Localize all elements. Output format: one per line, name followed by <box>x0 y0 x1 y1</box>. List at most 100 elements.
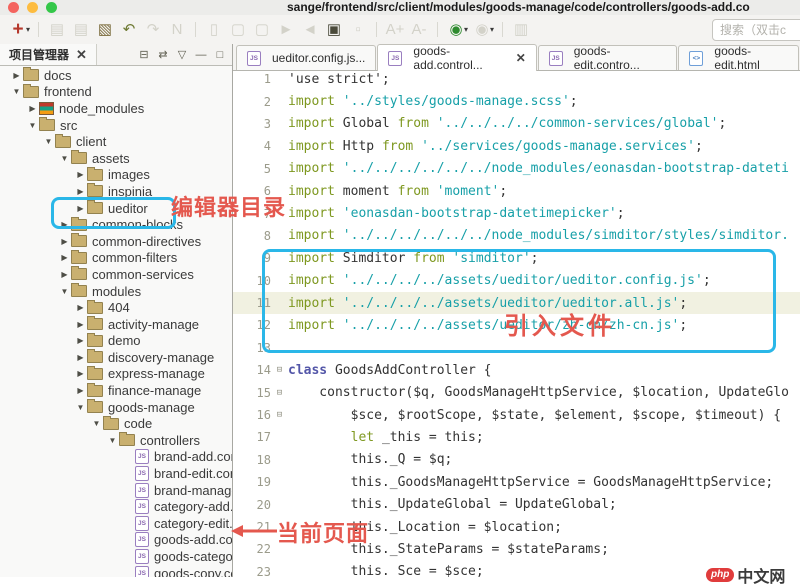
chevron-right-icon[interactable]: ▶ <box>58 253 71 262</box>
tree-item-express-manage[interactable]: ▶express-manage <box>0 366 232 383</box>
code-line-12[interactable]: 12import '../../../../assets/ueditor/zh-… <box>233 314 800 336</box>
tree-item-finance-manage[interactable]: ▶finance-manage <box>0 382 232 399</box>
code-line-13[interactable]: 13 <box>233 337 800 359</box>
code-line-9[interactable]: 9import Simditor from 'simditor'; <box>233 247 800 269</box>
chevron-down-icon[interactable]: ▼ <box>90 419 103 428</box>
tree-item-assets[interactable]: ▼assets <box>0 150 232 167</box>
tree-item-inspinia[interactable]: ▶inspinia <box>0 183 232 200</box>
minimize-icon[interactable]: — <box>194 49 208 61</box>
tab-goods-add-control-[interactable]: JSgoods-add.control...✕ <box>377 44 536 71</box>
tree-item-brand-edit-contr[interactable]: JSbrand-edit.contr <box>0 465 232 482</box>
code-line-16[interactable]: 16⊟ $sce, $rootScope, $state, $element, … <box>233 404 800 426</box>
tree-item-goods-add-cont[interactable]: JSgoods-add.cont <box>0 532 232 549</box>
chevron-right-icon[interactable]: ▶ <box>74 170 87 179</box>
tree-item-activity-manage[interactable]: ▶activity-manage <box>0 316 232 333</box>
fold-marker-icon[interactable]: ⊟ <box>271 365 288 375</box>
code-line-20[interactable]: 20 this._UpdateGlobal = UpdateGlobal; <box>233 493 800 515</box>
code-line-22[interactable]: 22 this._StateParams = $stateParams; <box>233 538 800 560</box>
chevron-right-icon[interactable]: ▶ <box>74 386 87 395</box>
chevron-right-icon[interactable]: ▶ <box>74 204 87 213</box>
chevron-down-icon[interactable]: ▼ <box>106 436 119 445</box>
code-line-10[interactable]: 10import '../../../../assets/ueditor/ued… <box>233 270 800 292</box>
chevron-right-icon[interactable]: ▶ <box>74 336 87 345</box>
code-line-2[interactable]: 2import '../styles/goods-manage.scss'; <box>233 90 800 112</box>
tree-item-src[interactable]: ▼src <box>0 117 232 134</box>
tree-item-common-directives[interactable]: ▶common-directives <box>0 233 232 250</box>
chevron-right-icon[interactable]: ▶ <box>74 320 87 329</box>
chevron-down-icon[interactable]: ▼ <box>58 287 71 296</box>
profile-button-menu-icon[interactable]: ▾ <box>490 25 494 34</box>
code-line-1[interactable]: 1'use strict'; <box>233 68 800 90</box>
tree-item-node-modules[interactable]: ▶node_modules <box>0 100 232 117</box>
code-line-23[interactable]: 23 this._Sce = $sce; <box>233 561 800 577</box>
new-button-menu-icon[interactable]: ▾ <box>26 25 30 34</box>
close-icon[interactable]: ✕ <box>516 51 526 65</box>
minimize-window-button[interactable] <box>27 2 38 13</box>
tree-item-controllers[interactable]: ▼controllers <box>0 432 232 449</box>
code-line-17[interactable]: 17 let _this = this; <box>233 426 800 448</box>
revert-button[interactable]: ▧ <box>93 19 117 41</box>
close-window-button[interactable] <box>8 2 19 13</box>
chevron-right-icon[interactable]: ▶ <box>74 353 87 362</box>
tree-item-category-add-co[interactable]: JScategory-add.co <box>0 498 232 515</box>
code-editor[interactable]: 1'use strict';2import '../styles/goods-m… <box>233 68 800 577</box>
chevron-down-icon[interactable]: ▼ <box>26 121 39 130</box>
fold-marker-icon[interactable]: ⊟ <box>271 410 288 420</box>
tree-item-modules[interactable]: ▼modules <box>0 283 232 300</box>
code-line-15[interactable]: 15⊟ constructor($q, GoodsManageHttpServi… <box>233 381 800 403</box>
chevron-right-icon[interactable]: ▶ <box>74 303 87 312</box>
tree-item-ueditor[interactable]: ▶ueditor <box>0 200 232 217</box>
code-line-11[interactable]: 11import '../../../../assets/ueditor/ued… <box>233 292 800 314</box>
tree-item-images[interactable]: ▶images <box>0 167 232 184</box>
tree-item-category-edit-co[interactable]: JScategory-edit.co <box>0 515 232 532</box>
code-line-6[interactable]: 6import moment from 'moment'; <box>233 180 800 202</box>
code-line-19[interactable]: 19 this._GoodsManageHttpService = GoodsM… <box>233 471 800 493</box>
view-menu-icon[interactable]: ▽ <box>175 48 189 61</box>
link-editor-icon[interactable]: ⇄ <box>156 48 170 61</box>
search-input[interactable] <box>712 19 800 41</box>
tab-project-explorer[interactable]: 项目管理器 ✕ <box>0 44 97 65</box>
tab-goods-edit-contro-[interactable]: JSgoods-edit.contro... <box>538 45 678 70</box>
undo-button[interactable]: ↶ <box>117 19 141 41</box>
code-line-14[interactable]: 14⊟class GoodsAddController { <box>233 359 800 381</box>
tree-item-docs[interactable]: ▶docs <box>0 67 232 84</box>
tree-item-frontend[interactable]: ▼frontend <box>0 84 232 101</box>
tree-item-brand-add-contr[interactable]: JSbrand-add.contr <box>0 449 232 466</box>
tree-item-client[interactable]: ▼client <box>0 133 232 150</box>
chevron-down-icon[interactable]: ▼ <box>42 137 55 146</box>
tree-item-goods-category[interactable]: JSgoods-category <box>0 548 232 565</box>
chevron-right-icon[interactable]: ▶ <box>26 104 39 113</box>
code-line-21[interactable]: 21 this._Location = $location; <box>233 516 800 538</box>
tree-item-common-blocks[interactable]: ▶common-blocks <box>0 216 232 233</box>
tree-item-discovery-manage[interactable]: ▶discovery-manage <box>0 349 232 366</box>
chevron-down-icon[interactable]: ▼ <box>58 154 71 163</box>
link-with-editor-button[interactable]: ▣ <box>322 19 346 41</box>
chevron-down-icon[interactable]: ▼ <box>10 87 23 96</box>
tree-item-goods-manage[interactable]: ▼goods-manage <box>0 399 232 416</box>
tree-item-code[interactable]: ▼code <box>0 415 232 432</box>
code-line-18[interactable]: 18 this._Q = $q; <box>233 449 800 471</box>
run-button-menu-icon[interactable]: ▾ <box>464 25 468 34</box>
tree-item-common-services[interactable]: ▶common-services <box>0 266 232 283</box>
chevron-right-icon[interactable]: ▶ <box>10 71 23 80</box>
code-line-7[interactable]: 7import 'eonasdan-bootstrap-datetimepick… <box>233 202 800 224</box>
chevron-right-icon[interactable]: ▶ <box>74 369 87 378</box>
collapse-all-icon[interactable]: ⊟ <box>137 48 151 61</box>
code-line-5[interactable]: 5import '../../../../../../node_modules/… <box>233 158 800 180</box>
tree-item-common-filters[interactable]: ▶common-filters <box>0 250 232 267</box>
chevron-right-icon[interactable]: ▶ <box>58 220 71 229</box>
code-line-4[interactable]: 4import Http from '../services/goods-man… <box>233 135 800 157</box>
tree-item-brand-manage-c[interactable]: JSbrand-manage.c <box>0 482 232 499</box>
tree-item-demo[interactable]: ▶demo <box>0 333 232 350</box>
maximize-icon[interactable]: □ <box>213 49 227 61</box>
chevron-right-icon[interactable]: ▶ <box>58 270 71 279</box>
code-line-3[interactable]: 3import Global from '../../../../common-… <box>233 113 800 135</box>
chevron-right-icon[interactable]: ▶ <box>58 237 71 246</box>
close-icon[interactable]: ✕ <box>76 47 87 63</box>
tree-item-404[interactable]: ▶404 <box>0 299 232 316</box>
code-line-8[interactable]: 8import '../../../../../../node_modules/… <box>233 225 800 247</box>
chevron-right-icon[interactable]: ▶ <box>74 187 87 196</box>
chevron-down-icon[interactable]: ▼ <box>74 403 87 412</box>
zoom-window-button[interactable] <box>46 2 57 13</box>
fold-marker-icon[interactable]: ⊟ <box>271 388 288 398</box>
